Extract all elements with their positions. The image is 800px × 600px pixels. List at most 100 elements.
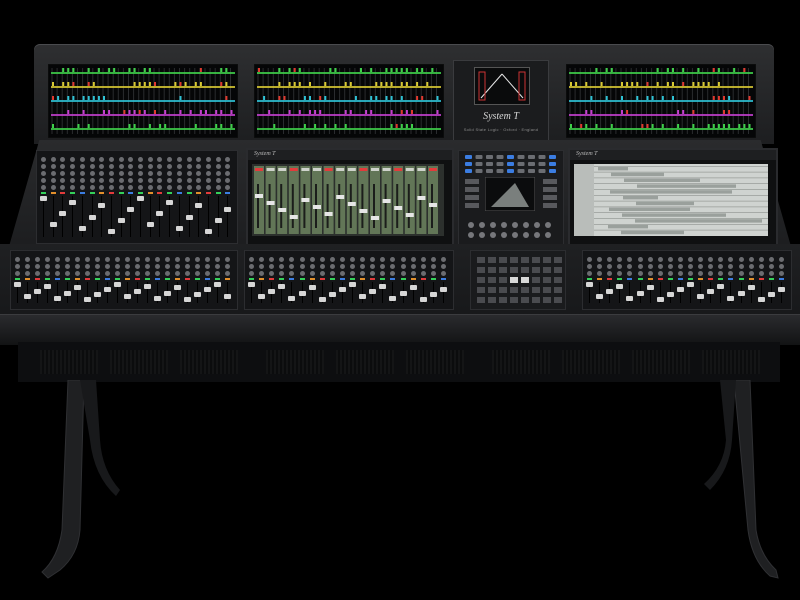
rotary-knob[interactable] (138, 164, 143, 169)
transport-button[interactable] (477, 277, 485, 283)
channel-strip[interactable] (666, 255, 674, 305)
rotary-knob[interactable] (15, 264, 20, 269)
rotary-knob[interactable] (597, 257, 603, 262)
rotary-knob[interactable] (115, 271, 120, 276)
fader-cap[interactable] (697, 293, 705, 299)
channel-strip[interactable] (278, 255, 286, 305)
rotary-knob[interactable] (99, 171, 105, 176)
fader-cap[interactable] (288, 295, 296, 301)
rotary-knob[interactable] (89, 178, 95, 183)
fader-cap[interactable] (175, 225, 183, 231)
rotary-knob[interactable] (698, 264, 704, 269)
rotary-knob[interactable] (155, 257, 160, 262)
rotary-knob[interactable] (205, 164, 211, 169)
channel-strip[interactable] (268, 255, 276, 305)
rotary-knob[interactable] (319, 271, 325, 276)
fader-cap[interactable] (646, 285, 654, 291)
rotary-knob[interactable] (215, 271, 220, 276)
transport-button[interactable] (477, 257, 485, 263)
rotary-knob[interactable] (380, 257, 386, 262)
rotary-knob[interactable] (390, 264, 396, 269)
rotary-knob[interactable] (89, 185, 95, 190)
rotary-knob[interactable] (708, 271, 714, 276)
rotary-knob[interactable] (637, 264, 643, 269)
rotary-knob[interactable] (215, 171, 221, 176)
rotary-knob[interactable] (607, 257, 613, 262)
rotary-knob[interactable] (410, 257, 416, 262)
fader-cap[interactable] (419, 297, 427, 303)
channel-strip[interactable] (676, 255, 684, 305)
channel-strip[interactable] (117, 155, 125, 239)
rotary-knob[interactable] (175, 257, 180, 262)
rotary-knob[interactable] (708, 257, 714, 262)
fader-cap[interactable] (104, 287, 111, 293)
fader-cap[interactable] (166, 199, 174, 205)
rotary-knob[interactable] (728, 271, 734, 276)
transport-button[interactable] (543, 267, 551, 273)
fader-cap[interactable] (656, 297, 664, 303)
rotary-knob[interactable] (698, 271, 704, 276)
rotary-knob[interactable] (105, 257, 110, 262)
rotary-knob[interactable] (135, 271, 140, 276)
fader-cap[interactable] (777, 287, 785, 293)
fader-cap[interactable] (156, 210, 164, 216)
rotary-knob[interactable] (155, 264, 160, 269)
channel-strip[interactable] (98, 155, 106, 239)
channel-strip[interactable] (419, 255, 427, 305)
rotary-knob[interactable] (70, 164, 76, 169)
channel-strip[interactable] (777, 255, 785, 305)
rotary-knob[interactable] (607, 264, 613, 269)
rotary-knob[interactable] (115, 257, 120, 262)
rotary-knob[interactable] (225, 271, 230, 276)
channel-strip[interactable] (596, 255, 604, 305)
channel-strip[interactable] (439, 255, 447, 305)
transport-button[interactable] (510, 277, 518, 283)
rotary-knob[interactable] (225, 164, 231, 169)
rotary-knob[interactable] (748, 257, 754, 262)
channel-strip[interactable] (34, 255, 41, 305)
rotary-knob[interactable] (718, 257, 724, 262)
rotary-knob[interactable] (627, 264, 633, 269)
rotary-knob[interactable] (196, 185, 202, 190)
channel-strip[interactable] (697, 255, 705, 305)
rotary-knob[interactable] (309, 264, 315, 269)
fader-cap[interactable] (369, 288, 377, 294)
rotary-knob[interactable] (35, 257, 40, 262)
channel-strip[interactable] (14, 255, 21, 305)
rotary-knob[interactable] (708, 264, 714, 269)
fader-cap[interactable] (78, 225, 86, 231)
rotary-knob[interactable] (65, 257, 70, 262)
channel-strip[interactable] (328, 255, 336, 305)
rotary-knob[interactable] (587, 257, 592, 262)
channel-strip[interactable] (94, 255, 101, 305)
rotary-knob[interactable] (157, 164, 163, 169)
rotary-knob[interactable] (95, 264, 100, 269)
rotary-knob[interactable] (75, 271, 80, 276)
channel-strip[interactable] (646, 255, 654, 305)
rotary-knob[interactable] (125, 264, 130, 269)
rotary-knob[interactable] (420, 264, 426, 269)
fader-cap[interactable] (34, 288, 41, 294)
rotary-knob[interactable] (165, 271, 170, 276)
rotary-knob[interactable] (259, 264, 265, 269)
rotary-knob[interactable] (647, 264, 653, 269)
rotary-knob[interactable] (128, 157, 134, 162)
fader-cap[interactable] (146, 221, 154, 227)
transport-button[interactable] (510, 267, 518, 273)
transport-button[interactable] (499, 267, 507, 273)
rotary-knob[interactable] (627, 257, 633, 262)
channel-strip[interactable] (258, 255, 266, 305)
fader-cap[interactable] (40, 196, 47, 201)
rotary-knob[interactable] (667, 264, 673, 269)
rotary-knob[interactable] (400, 264, 406, 269)
rotary-knob[interactable] (15, 271, 20, 276)
fader-cap[interactable] (586, 282, 593, 287)
rotary-knob[interactable] (289, 264, 295, 269)
rotary-knob[interactable] (390, 271, 396, 276)
rotary-knob[interactable] (329, 257, 335, 262)
channel-strip[interactable] (44, 255, 51, 305)
center-button-grid[interactable] (459, 151, 563, 245)
channel-strip[interactable] (164, 255, 171, 305)
channel-strip[interactable] (154, 255, 161, 305)
rotary-knob[interactable] (25, 257, 30, 262)
